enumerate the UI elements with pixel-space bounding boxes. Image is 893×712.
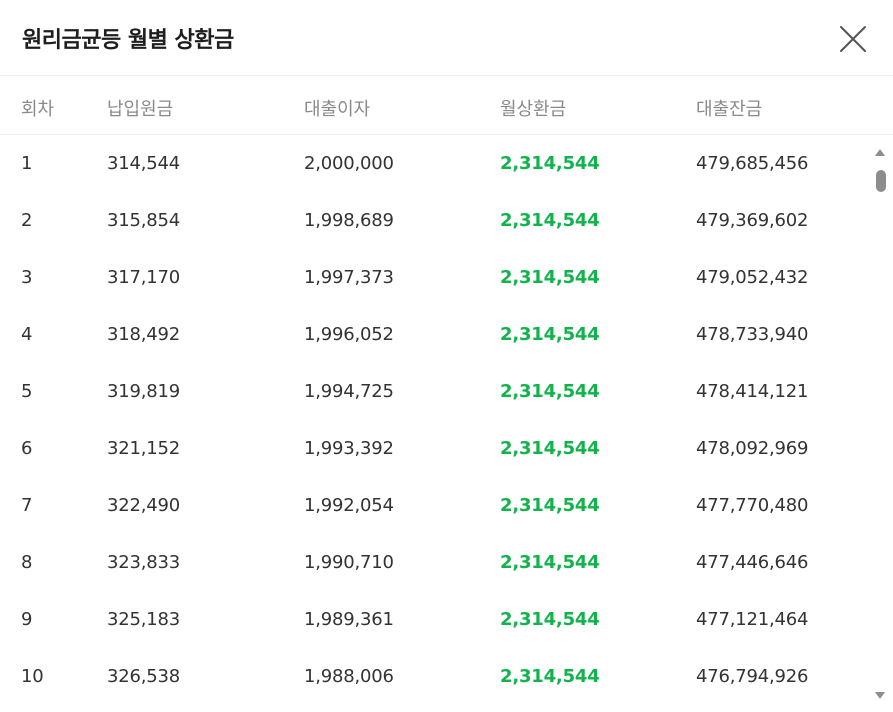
- table-row: 3 317,170 1,997,373 2,314,544 479,052,43…: [0, 250, 868, 307]
- cell-interest: 1,998,689: [304, 210, 394, 231]
- cell-interest: 2,000,000: [304, 153, 394, 174]
- cell-payment: 2,314,544: [500, 210, 600, 231]
- cell-balance: 478,092,969: [696, 438, 809, 459]
- cell-interest: 1,992,054: [304, 495, 394, 516]
- table-row: 6 321,152 1,993,392 2,314,544 478,092,96…: [0, 421, 868, 478]
- cell-principal: 326,538: [107, 666, 181, 687]
- cell-principal: 323,833: [107, 552, 181, 573]
- cell-principal: 325,183: [107, 609, 181, 630]
- cell-interest: 1,990,710: [304, 552, 394, 573]
- table-row: 2 315,854 1,998,689 2,314,544 479,369,60…: [0, 193, 868, 250]
- close-icon: [840, 26, 866, 52]
- cell-principal: 314,544: [107, 153, 181, 174]
- header-no: 회차: [21, 99, 55, 120]
- cell-balance: 476,794,926: [696, 666, 809, 687]
- cell-payment: 2,314,544: [500, 381, 600, 402]
- cell-balance: 478,414,121: [696, 381, 809, 402]
- cell-principal: 315,854: [107, 210, 181, 231]
- cell-interest: 1,988,006: [304, 666, 394, 687]
- modal-header: 원리금균등 월별 상환금: [0, 0, 893, 76]
- cell-principal: 322,490: [107, 495, 181, 516]
- cell-balance: 479,685,456: [696, 153, 809, 174]
- cell-balance: 477,446,646: [696, 552, 809, 573]
- cell-no: 8: [21, 552, 33, 573]
- cell-payment: 2,314,544: [500, 666, 600, 687]
- cell-principal: 319,819: [107, 381, 181, 402]
- cell-no: 6: [21, 438, 33, 459]
- close-button[interactable]: [838, 24, 868, 54]
- vertical-scrollbar[interactable]: [872, 142, 888, 712]
- cell-payment: 2,314,544: [500, 495, 600, 516]
- header-balance: 대출잔금: [696, 99, 763, 120]
- cell-no: 10: [21, 666, 44, 687]
- table-row: 8 323,833 1,990,710 2,314,544 477,446,64…: [0, 535, 868, 592]
- cell-interest: 1,996,052: [304, 324, 394, 345]
- table-row: 9 325,183 1,989,361 2,314,544 477,121,46…: [0, 592, 868, 649]
- table-row: 1 314,544 2,000,000 2,314,544 479,685,45…: [0, 136, 868, 193]
- header-interest: 대출이자: [304, 99, 371, 120]
- table-row: 10 326,538 1,988,006 2,314,544 476,794,9…: [0, 649, 868, 706]
- cell-payment: 2,314,544: [500, 153, 600, 174]
- cell-no: 7: [21, 495, 33, 516]
- table-row: 7 322,490 1,992,054 2,314,544 477,770,48…: [0, 478, 868, 535]
- table-header-row: 회차 납입원금 대출이자 월상환금 대출잔금: [0, 77, 893, 135]
- cell-interest: 1,993,392: [304, 438, 394, 459]
- cell-balance: 477,770,480: [696, 495, 809, 516]
- cell-payment: 2,314,544: [500, 267, 600, 288]
- cell-balance: 477,121,464: [696, 609, 809, 630]
- cell-payment: 2,314,544: [500, 609, 600, 630]
- table-row: 4 318,492 1,996,052 2,314,544 478,733,94…: [0, 307, 868, 364]
- cell-balance: 478,733,940: [696, 324, 809, 345]
- cell-principal: 321,152: [107, 438, 181, 459]
- table-row: 5 319,819 1,994,725 2,314,544 478,414,12…: [0, 364, 868, 421]
- cell-interest: 1,994,725: [304, 381, 394, 402]
- cell-no: 4: [21, 324, 33, 345]
- cell-interest: 1,997,373: [304, 267, 394, 288]
- scroll-up-arrow-icon[interactable]: [875, 149, 885, 156]
- table-body[interactable]: 1 314,544 2,000,000 2,314,544 479,685,45…: [0, 136, 893, 712]
- cell-no: 5: [21, 381, 33, 402]
- cell-principal: 317,170: [107, 267, 181, 288]
- schedule-modal: 원리금균등 월별 상환금 회차 납입원금 대출이자 월상환금 대출잔금 1 31…: [0, 0, 893, 712]
- cell-no: 3: [21, 267, 33, 288]
- cell-payment: 2,314,544: [500, 438, 600, 459]
- cell-no: 9: [21, 609, 33, 630]
- header-payment: 월상환금: [500, 99, 567, 120]
- cell-no: 2: [21, 210, 33, 231]
- cell-no: 1: [21, 153, 33, 174]
- scroll-thumb[interactable]: [876, 170, 886, 192]
- cell-balance: 479,052,432: [696, 267, 809, 288]
- header-principal: 납입원금: [107, 99, 174, 120]
- scroll-down-arrow-icon[interactable]: [875, 692, 885, 699]
- cell-principal: 318,492: [107, 324, 181, 345]
- cell-payment: 2,314,544: [500, 552, 600, 573]
- cell-payment: 2,314,544: [500, 324, 600, 345]
- cell-interest: 1,989,361: [304, 609, 394, 630]
- cell-balance: 479,369,602: [696, 210, 809, 231]
- modal-title: 원리금균등 월별 상환금: [22, 28, 234, 53]
